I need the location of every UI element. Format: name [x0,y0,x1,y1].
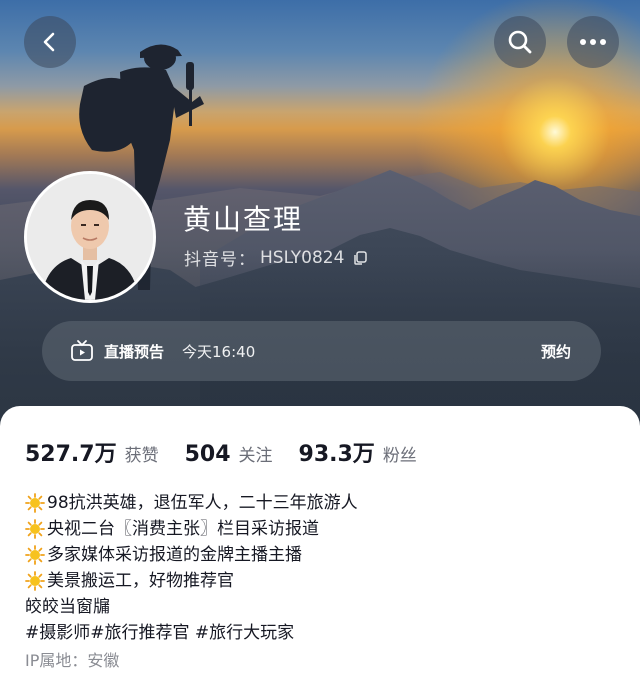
bio-text: 98抗洪英雄，退伍军人，二十三年旅游人 [47,493,358,513]
bio-text: 皎皎当窗牖 [25,597,110,617]
stat-following-value: 504 [184,442,231,467]
profile-info-panel: 527.7万 获赞 504 关注 93.3万 粉丝 98抗洪英雄，退伍军人，二十… [0,406,640,674]
sun-emoji-icon [25,545,45,565]
stats-row: 527.7万 获赞 504 关注 93.3万 粉丝 [25,436,443,468]
live-preview-bar[interactable]: 直播预告 今天16:40 预约 [42,321,601,381]
sun-emoji-icon [25,519,45,539]
bio-text: 美景搬运工，好物推荐官 [47,571,234,591]
stat-likes[interactable]: 527.7万 获赞 [25,436,159,468]
stat-following[interactable]: 504 关注 [185,441,273,467]
stat-likes-label: 获赞 [124,446,159,466]
bio-line: 央视二台〖消费主张〗栏目采访报道 [25,516,615,542]
ip-value: 安徽 [87,651,120,670]
bio-line: 皎皎当窗牖 [25,594,615,620]
douyin-id-label: 抖音号： [184,250,256,270]
douyin-id[interactable]: 抖音号： HSLY0824 [184,245,368,270]
bio-hashtags[interactable]: #摄影师#旅行推荐官 #旅行大玩家 [25,620,615,646]
stat-following-label: 关注 [238,446,273,466]
chevron-left-icon [43,32,55,52]
avatar[interactable] [24,171,156,303]
stat-likes-value: 527.7万 [25,442,117,467]
bio-text: 多家媒体采访报道的金牌主播主播 [47,545,302,565]
bio: 98抗洪英雄，退伍军人，二十三年旅游人 央视二台〖消费主张〗栏目采访报道 多家媒… [25,490,615,674]
stat-followers[interactable]: 93.3万 粉丝 [299,436,417,468]
search-button[interactable] [494,16,546,68]
stat-followers-value: 93.3万 [298,442,375,467]
sun-emoji-icon [25,493,45,513]
sun-emoji-icon [25,571,45,591]
stat-followers-label: 粉丝 [382,446,417,466]
bio-line: 98抗洪英雄，退伍军人，二十三年旅游人 [25,490,615,516]
copy-icon[interactable] [352,250,368,266]
bio-text: 央视二台〖消费主张〗栏目采访报道 [47,519,319,539]
ip-label: IP属地： [25,651,88,670]
back-button[interactable] [24,16,76,68]
bio-line: 美景搬运工，好物推荐官 [25,568,615,594]
ip-location: IP属地：安徽 [25,648,615,674]
live-preview-time: 今天16:40 [182,342,256,361]
avatar-portrait [27,174,153,300]
search-icon [508,30,532,54]
bio-text: #摄影师#旅行推荐官 #旅行大玩家 [25,623,295,643]
reserve-button[interactable]: 预约 [541,341,571,362]
bio-line: 多家媒体采访报道的金牌主播主播 [25,542,615,568]
profile-name: 黄山查理 [183,203,304,236]
live-preview-title: 直播预告 [104,342,165,361]
tv-icon [71,340,93,361]
more-button[interactable] [567,16,619,68]
douyin-id-value: HSLY0824 [260,247,345,268]
more-horizontal-icon [580,39,606,45]
